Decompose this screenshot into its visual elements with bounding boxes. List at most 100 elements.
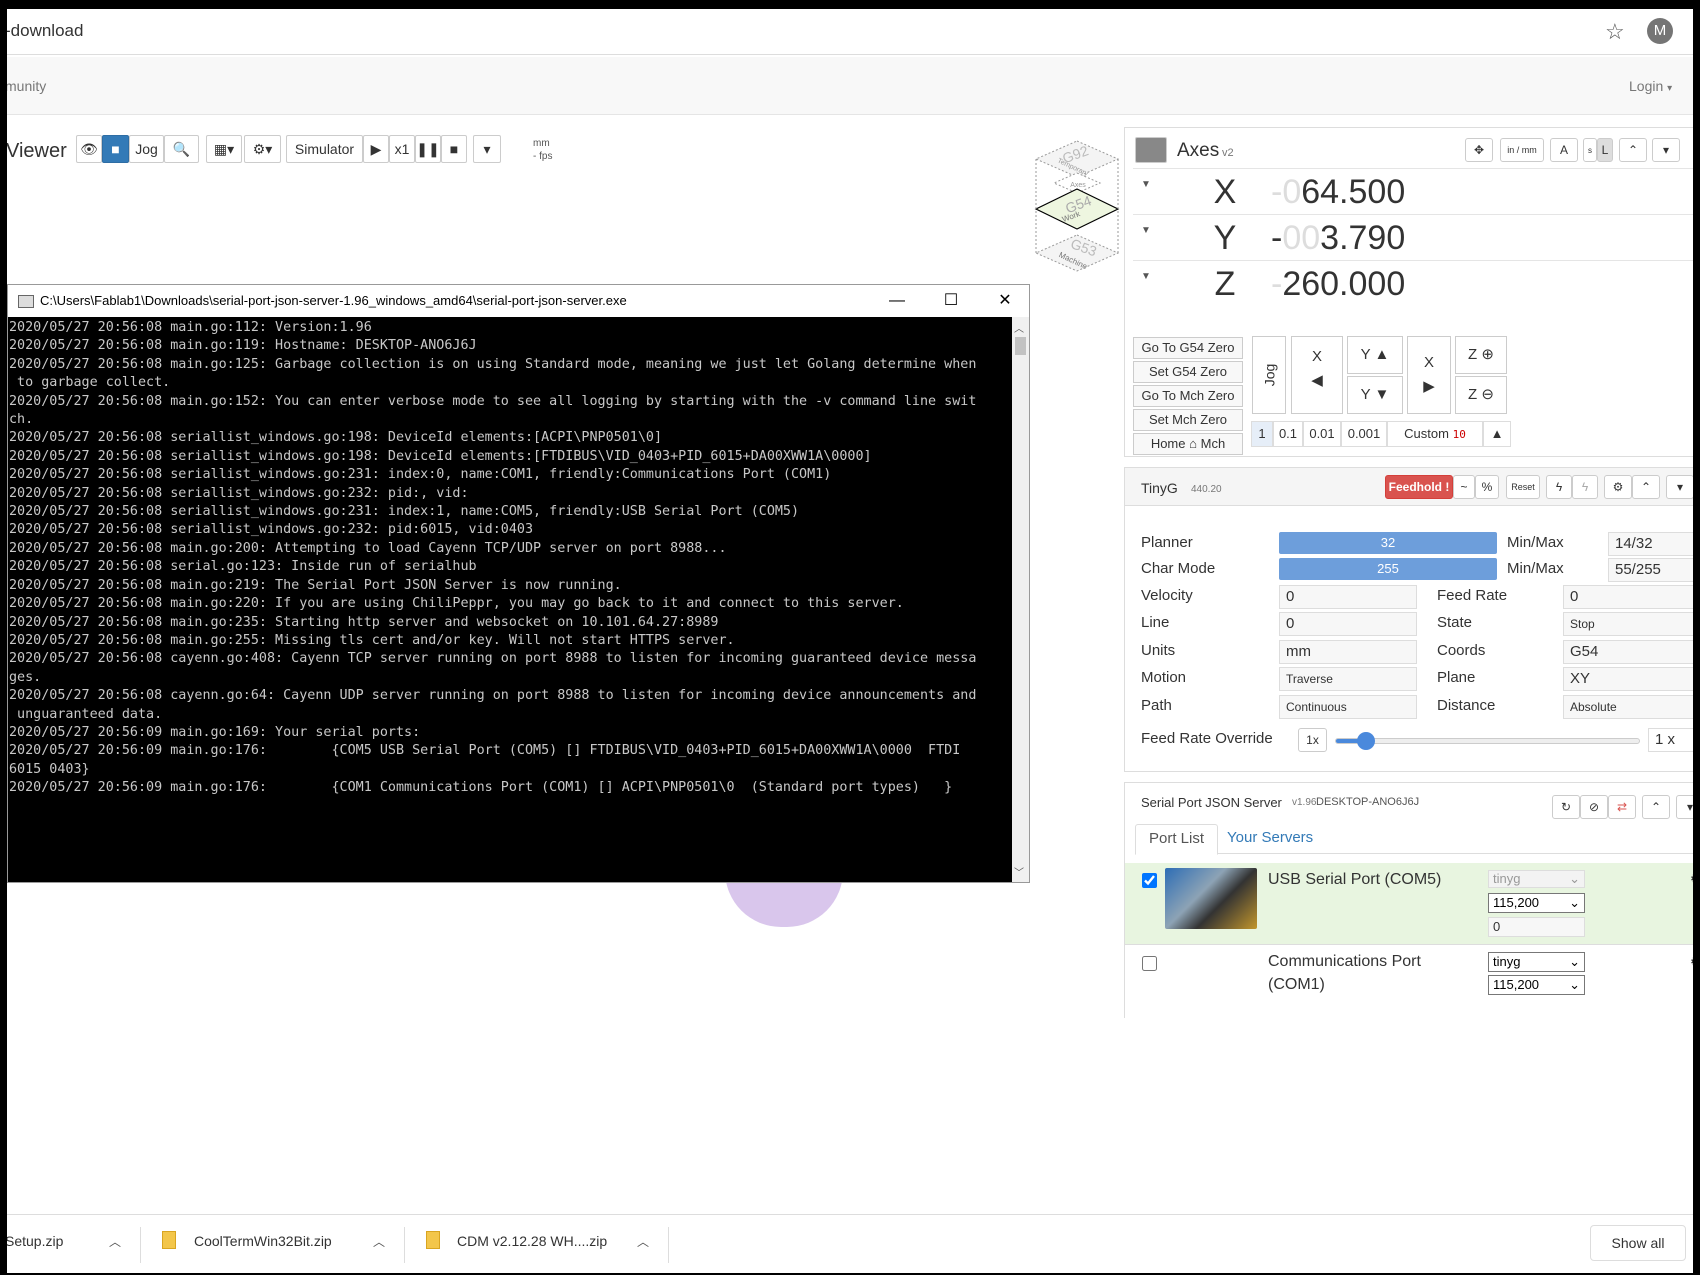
port-com5-baud-select[interactable]: 115,200 ⌄ (1488, 893, 1585, 913)
axis-x-caret-icon[interactable]: ▼ (1141, 179, 1151, 190)
more-dropdown-icon[interactable]: ▾ (473, 135, 501, 163)
settings-gear-icon[interactable]: ⚙▾ (244, 135, 281, 163)
console-titlebar[interactable]: C:\Users\Fablab1\Downloads\serial-port-j… (8, 285, 1029, 317)
port-com1-checkbox[interactable] (1142, 956, 1157, 971)
chevron-up-icon[interactable]: ︿ (637, 1233, 649, 1250)
port-settings-gear-icon[interactable]: ⚙ (1690, 871, 1693, 887)
scroll-down-icon[interactable]: ﹀ (1014, 864, 1024, 879)
axis-row-y: ▼ Y -003.790 mm (1133, 214, 1693, 259)
axis-y-caret-icon[interactable]: ▼ (1141, 225, 1151, 236)
coordinate-system-cube[interactable]: G92 Temporary Axes G54 Work G53 Machine (1032, 139, 1122, 279)
override-reset-button[interactable]: 1x (1298, 728, 1327, 752)
console-scrollbar[interactable]: ︿ ﹀ (1012, 317, 1029, 882)
settings-gear-icon[interactable]: ⚙ (1604, 475, 1632, 499)
address-bar[interactable]: -download ☆ M (7, 9, 1693, 55)
camera-icon[interactable]: ■ (102, 135, 129, 163)
port-com5-buffer-select[interactable]: tinyg ⌄ (1488, 870, 1585, 888)
set-g54-zero-button[interactable]: Set G54 Zero (1133, 361, 1243, 383)
chevron-up-icon[interactable]: ︿ (373, 1233, 385, 1250)
move-icon[interactable]: ✥ (1465, 138, 1493, 162)
play-icon[interactable]: ▶ (363, 135, 389, 163)
pause-icon[interactable]: ❚❚ (415, 135, 441, 163)
step-custom-button[interactable]: Custom 10 (1387, 421, 1483, 447)
download-item-coolterm[interactable]: CoolTermWin32Bit.zip (194, 1233, 332, 1249)
axis-z-caret-icon[interactable]: ▼ (1141, 271, 1151, 282)
url-text[interactable]: -download (7, 21, 83, 41)
in-mm-toggle[interactable]: in / mm (1500, 138, 1544, 162)
lightning-disabled-icon[interactable]: ϟ (1572, 475, 1598, 499)
zoom-icon[interactable]: 🔍 (164, 135, 199, 163)
lightning-icon[interactable]: ϟ (1546, 475, 1572, 499)
port-com5-checkbox[interactable] (1142, 873, 1157, 888)
home-mch-button[interactable]: Home ⌂ Mch (1133, 433, 1243, 455)
port-com1-baud-select[interactable]: 115,200 ⌄ (1488, 975, 1585, 995)
jog-y-minus-button[interactable]: Y ▼ (1347, 376, 1403, 414)
large-toggle[interactable]: L (1597, 138, 1613, 162)
tab-port-list[interactable]: Port List (1135, 824, 1218, 855)
override-slider-track[interactable] (1335, 732, 1640, 750)
jog-z-plus-button[interactable]: Z ⊕ (1455, 336, 1507, 374)
port-row-com5[interactable]: USB Serial Port (COM5) tinyg ⌄ 115,200 ⌄ 0… (1125, 863, 1693, 945)
console-window[interactable]: C:\Users\Fablab1\Downloads\serial-port-j… (7, 284, 1030, 883)
stop-icon[interactable]: ■ (441, 135, 467, 163)
scroll-up-icon[interactable]: ︿ (1014, 320, 1024, 335)
step-0.01-button[interactable]: 0.01 (1303, 421, 1341, 447)
jog-z-minus-button[interactable]: Z ⊖ (1455, 376, 1507, 414)
port-row-com1[interactable]: Communications Port (COM1) tinyg ⌄ 115,20… (1125, 946, 1693, 1018)
axes-widget-icon[interactable] (1135, 137, 1167, 163)
port-com1-buffer-select[interactable]: tinyg ⌄ (1488, 952, 1585, 972)
feedhold-button[interactable]: Feedhold ! (1385, 475, 1453, 499)
set-mch-zero-button[interactable]: Set Mch Zero (1133, 409, 1243, 431)
override-slider-handle[interactable] (1357, 732, 1376, 750)
minimize-icon[interactable]: — (874, 289, 920, 313)
collapse-up-icon[interactable]: ⌃ (1619, 138, 1647, 162)
bookmark-star-icon[interactable]: ☆ (1605, 19, 1625, 45)
font-icon[interactable]: A (1550, 138, 1578, 162)
resume-button[interactable]: ~ (1453, 475, 1475, 499)
download-item-setup[interactable]: Setup.zip (7, 1233, 63, 1249)
step-0.001-button[interactable]: 0.001 (1341, 421, 1387, 447)
jog-x-plus-button[interactable]: X ▶ (1407, 336, 1451, 414)
repeat-icon[interactable]: ⇄ (1608, 795, 1636, 819)
login-link[interactable]: Login ▾ (1629, 78, 1672, 94)
dropdown-icon[interactable]: ▾ (1676, 795, 1693, 819)
maximize-icon[interactable]: ☐ (928, 289, 974, 313)
axis-x-value[interactable]: -064.500 (1271, 173, 1693, 212)
axis-z-value[interactable]: -260.000 (1271, 265, 1693, 304)
step-0.1-button[interactable]: 0.1 (1273, 421, 1303, 447)
grid-dropdown-icon[interactable]: ▦▾ (206, 135, 242, 163)
custom-value[interactable]: 10 (1453, 428, 1466, 441)
download-item-cdm[interactable]: CDM v2.12.28 WH....zip (457, 1233, 607, 1249)
axis-y-value[interactable]: -003.790 (1271, 219, 1693, 258)
tab-your-servers[interactable]: Your Servers (1227, 824, 1313, 854)
simulator-button[interactable]: Simulator (286, 135, 363, 163)
override-value[interactable]: 1 x (1648, 728, 1693, 752)
goto-mch-zero-button[interactable]: Go To Mch Zero (1133, 385, 1243, 407)
collapse-up-icon[interactable]: ⌃ (1632, 475, 1660, 499)
refresh-icon[interactable]: ↻ (1552, 795, 1580, 819)
jog-x-minus-button[interactable]: X ◀ (1291, 336, 1343, 414)
nav-community-link[interactable]: munity (7, 78, 46, 94)
eye-icon[interactable]: 👁 (76, 135, 102, 163)
step-1-button[interactable]: 1 (1251, 421, 1273, 447)
port-settings-gear-icon[interactable]: ⚙ (1690, 954, 1693, 970)
chevron-up-icon[interactable]: ︿ (109, 1233, 121, 1250)
percent-button[interactable]: % (1475, 475, 1499, 499)
port-com5-extra-field[interactable]: 0 (1488, 917, 1585, 937)
close-icon[interactable]: ✕ (982, 289, 1028, 313)
speed-button[interactable]: x1 (389, 135, 415, 163)
reset-button[interactable]: Reset (1506, 475, 1540, 499)
stop-circle-icon[interactable]: ⊘ (1580, 795, 1608, 819)
goto-g54-zero-button[interactable]: Go To G54 Zero (1133, 337, 1243, 359)
jog-button[interactable]: Jog (129, 135, 164, 163)
step-dropdown-icon[interactable]: ▲ (1483, 421, 1511, 447)
dropdown-icon[interactable]: ▾ (1666, 475, 1693, 499)
profile-avatar[interactable]: M (1647, 18, 1673, 44)
jog-y-plus-button[interactable]: Y ▲ (1347, 336, 1403, 374)
port-com1-baud-value: 115,200 (1493, 977, 1540, 992)
scroll-thumb[interactable] (1015, 337, 1026, 355)
show-all-button[interactable]: Show all (1590, 1225, 1686, 1261)
small-toggle[interactable]: s (1583, 138, 1597, 162)
dropdown-icon[interactable]: ▾ (1652, 138, 1680, 162)
collapse-up-icon[interactable]: ⌃ (1642, 795, 1670, 819)
